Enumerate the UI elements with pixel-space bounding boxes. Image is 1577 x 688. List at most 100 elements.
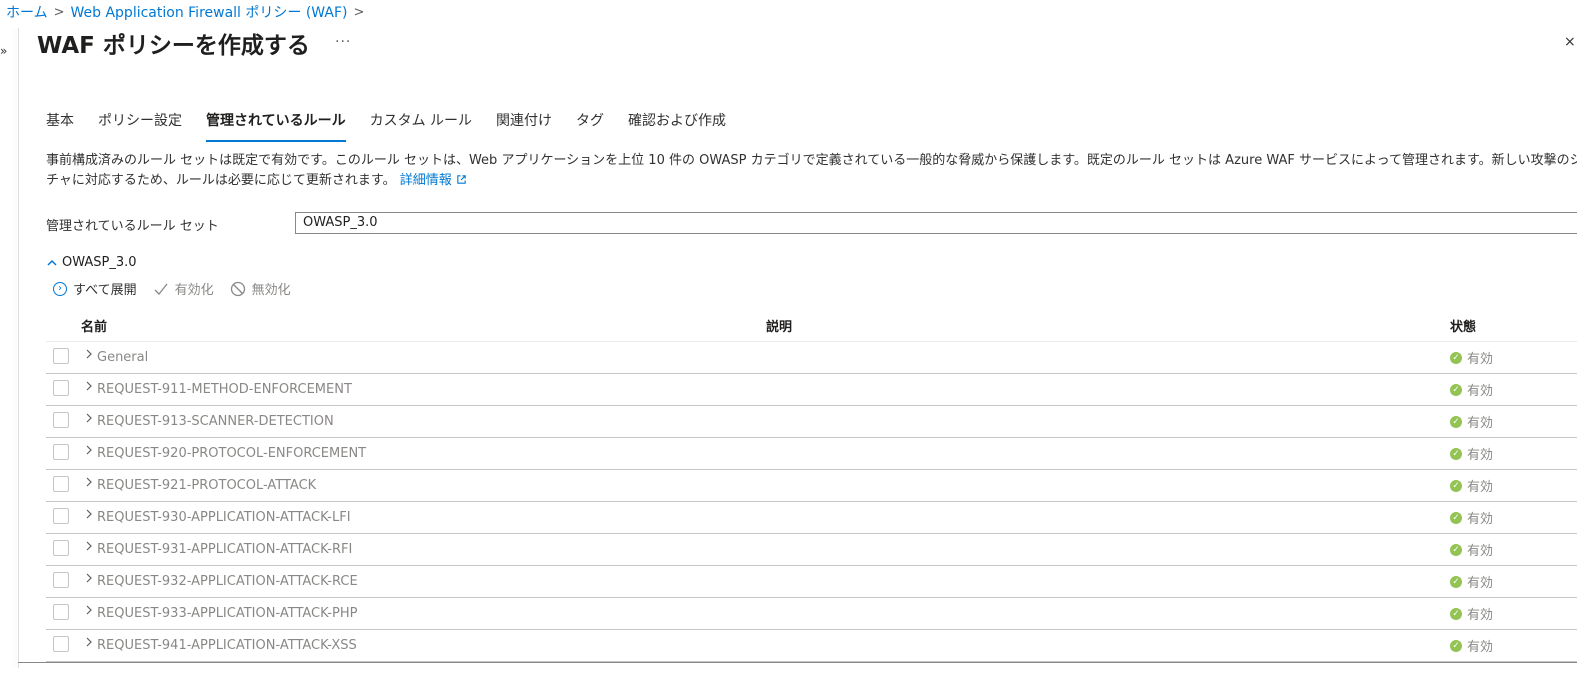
- status-badge: ✓ 有効: [1450, 348, 1493, 367]
- column-description[interactable]: 説明: [766, 316, 792, 335]
- close-icon[interactable]: ×: [1564, 34, 1576, 50]
- row-checkbox[interactable]: [53, 412, 69, 428]
- status-badge: ✓ 有効: [1450, 572, 1493, 591]
- status-text: 有効: [1467, 608, 1494, 623]
- group-toggle[interactable]: OWASP_3.0: [46, 255, 137, 270]
- status-badge: ✓ 有効: [1450, 540, 1493, 559]
- description: 事前構成済みのルール セットは既定で有効です。このルール セットは、Web アプ…: [46, 151, 1577, 191]
- learn-more-link[interactable]: 詳細情報: [400, 173, 467, 188]
- chevron-right-icon[interactable]: [85, 604, 93, 619]
- checkmark-circle-icon: ✓: [1450, 447, 1462, 460]
- breadcrumb: ホーム > Web Application Firewall ポリシー (WAF…: [6, 2, 364, 22]
- row-checkbox[interactable]: [53, 476, 69, 492]
- chevron-right-icon[interactable]: [85, 636, 93, 651]
- rule-group-name: REQUEST-931-APPLICATION-ATTACK-RFI: [97, 542, 353, 557]
- tab-policy-settings[interactable]: ポリシー設定: [98, 110, 182, 142]
- tab-custom-rules[interactable]: カスタム ルール: [370, 110, 472, 142]
- status-text: 有効: [1467, 384, 1494, 399]
- table-row[interactable]: REQUEST-930-APPLICATION-ATTACK-LFI ✓ 有効: [46, 502, 1577, 534]
- enable-label: 有効化: [174, 283, 214, 298]
- row-checkbox[interactable]: [53, 508, 69, 524]
- chevron-up-icon: [47, 259, 57, 266]
- group-label: OWASP_3.0: [62, 255, 137, 270]
- checkmark-circle-icon: ✓: [1450, 511, 1462, 524]
- expand-all-label: すべて展開: [73, 283, 137, 298]
- more-options-icon[interactable]: ···: [335, 34, 351, 50]
- table-row[interactable]: General ✓ 有効: [46, 342, 1577, 374]
- footer-divider: [18, 662, 1577, 663]
- status-badge: ✓ 有効: [1450, 508, 1493, 527]
- row-checkbox[interactable]: [53, 572, 69, 588]
- checkmark-circle-icon: ✓: [1450, 543, 1462, 556]
- rule-group-name: REQUEST-941-APPLICATION-ATTACK-XSS: [97, 638, 357, 653]
- ruleset-label: 管理されているルール セット: [46, 219, 219, 234]
- table-header: 名前 説明 状態: [46, 308, 1577, 342]
- disable-button[interactable]: 無効化: [230, 279, 291, 298]
- breadcrumb-waf[interactable]: Web Application Firewall ポリシー (WAF): [71, 2, 348, 22]
- status-text: 有効: [1467, 416, 1494, 431]
- table-row[interactable]: REQUEST-941-APPLICATION-ATTACK-XSS ✓ 有効: [46, 630, 1577, 662]
- tab-tags[interactable]: タグ: [576, 110, 604, 142]
- chevron-right-icon[interactable]: [85, 540, 93, 555]
- table-body: General ✓ 有効 REQUEST-911-METHOD-ENFORCEMENT…: [46, 342, 1577, 662]
- rules-toolbar: › すべて展開 有効化 無効化: [53, 279, 291, 298]
- tab-review-create[interactable]: 確認および作成: [628, 110, 726, 142]
- tab-managed-rules[interactable]: 管理されているルール: [206, 110, 346, 142]
- table-row[interactable]: REQUEST-921-PROTOCOL-ATTACK ✓ 有効: [46, 470, 1577, 502]
- expand-all-button[interactable]: › すべて展開: [53, 279, 137, 298]
- checkmark-icon: [154, 283, 168, 295]
- status-text: 有効: [1467, 512, 1494, 527]
- learn-more-label: 詳細情報: [399, 173, 452, 188]
- checkmark-circle-icon: ✓: [1450, 351, 1462, 364]
- rule-group-name: General: [97, 350, 149, 365]
- external-link-icon: [457, 175, 466, 184]
- row-checkbox[interactable]: [53, 348, 69, 364]
- rule-group-name: REQUEST-932-APPLICATION-ATTACK-RCE: [97, 574, 358, 589]
- rule-group-name: REQUEST-913-SCANNER-DETECTION: [97, 414, 334, 429]
- checkmark-circle-icon: ✓: [1450, 415, 1462, 428]
- row-checkbox[interactable]: [53, 540, 69, 556]
- row-checkbox[interactable]: [53, 444, 69, 460]
- tab-bar: 基本 ポリシー設定 管理されているルール カスタム ルール 関連付け タグ 確認…: [46, 110, 726, 142]
- rule-group-name: REQUEST-921-PROTOCOL-ATTACK: [97, 478, 317, 493]
- table-row[interactable]: REQUEST-911-METHOD-ENFORCEMENT ✓ 有効: [46, 374, 1577, 406]
- rule-group-name: REQUEST-930-APPLICATION-ATTACK-LFI: [97, 510, 351, 525]
- chevron-right-icon[interactable]: [85, 380, 93, 395]
- status-badge: ✓ 有効: [1450, 412, 1493, 431]
- rule-group-name: REQUEST-920-PROTOCOL-ENFORCEMENT: [97, 446, 367, 461]
- breadcrumb-home[interactable]: ホーム: [6, 2, 48, 22]
- column-status[interactable]: 状態: [1450, 316, 1476, 335]
- blade-divider: [18, 28, 19, 668]
- chevron-right-icon[interactable]: [85, 476, 93, 491]
- row-checkbox[interactable]: [53, 604, 69, 620]
- table-row[interactable]: REQUEST-932-APPLICATION-ATTACK-RCE ✓ 有効: [46, 566, 1577, 598]
- ruleset-dropdown[interactable]: OWASP_3.0: [295, 212, 1577, 234]
- expand-circle-icon: ›: [53, 281, 67, 296]
- rules-table: 名前 説明 状態 General ✓ 有効 REQUEST-911-METHOD-EN…: [46, 308, 1577, 662]
- chevron-right-icon[interactable]: [85, 412, 93, 427]
- block-icon: [230, 281, 245, 296]
- description-text: チャに対応するため、ルールは必要に応じて更新されます。: [46, 173, 396, 188]
- row-checkbox[interactable]: [53, 636, 69, 652]
- status-badge: ✓ 有効: [1450, 444, 1493, 463]
- status-badge: ✓ 有効: [1450, 636, 1493, 655]
- column-name[interactable]: 名前: [81, 316, 107, 335]
- enable-button[interactable]: 有効化: [153, 279, 214, 298]
- chevron-right-icon[interactable]: [85, 508, 93, 523]
- chevron-right-icon: >: [353, 4, 365, 20]
- chevron-right-icon[interactable]: [85, 572, 93, 587]
- status-text: 有効: [1467, 640, 1494, 655]
- table-row[interactable]: REQUEST-933-APPLICATION-ATTACK-PHP ✓ 有効: [46, 598, 1577, 630]
- rule-group-name: REQUEST-933-APPLICATION-ATTACK-PHP: [97, 606, 358, 621]
- tab-basics[interactable]: 基本: [46, 110, 74, 142]
- chevron-right-icon[interactable]: [85, 348, 93, 363]
- row-checkbox[interactable]: [53, 380, 69, 396]
- expand-sidebar-icon[interactable]: »: [0, 44, 7, 58]
- page-title: WAF ポリシーを作成する: [37, 33, 310, 59]
- table-row[interactable]: REQUEST-931-APPLICATION-ATTACK-RFI ✓ 有効: [46, 534, 1577, 566]
- description-line-2: チャに対応するため、ルールは必要に応じて更新されます。 詳細情報: [46, 171, 1577, 191]
- table-row[interactable]: REQUEST-920-PROTOCOL-ENFORCEMENT ✓ 有効: [46, 438, 1577, 470]
- table-row[interactable]: REQUEST-913-SCANNER-DETECTION ✓ 有効: [46, 406, 1577, 438]
- tab-association[interactable]: 関連付け: [496, 110, 552, 142]
- chevron-right-icon[interactable]: [85, 444, 93, 459]
